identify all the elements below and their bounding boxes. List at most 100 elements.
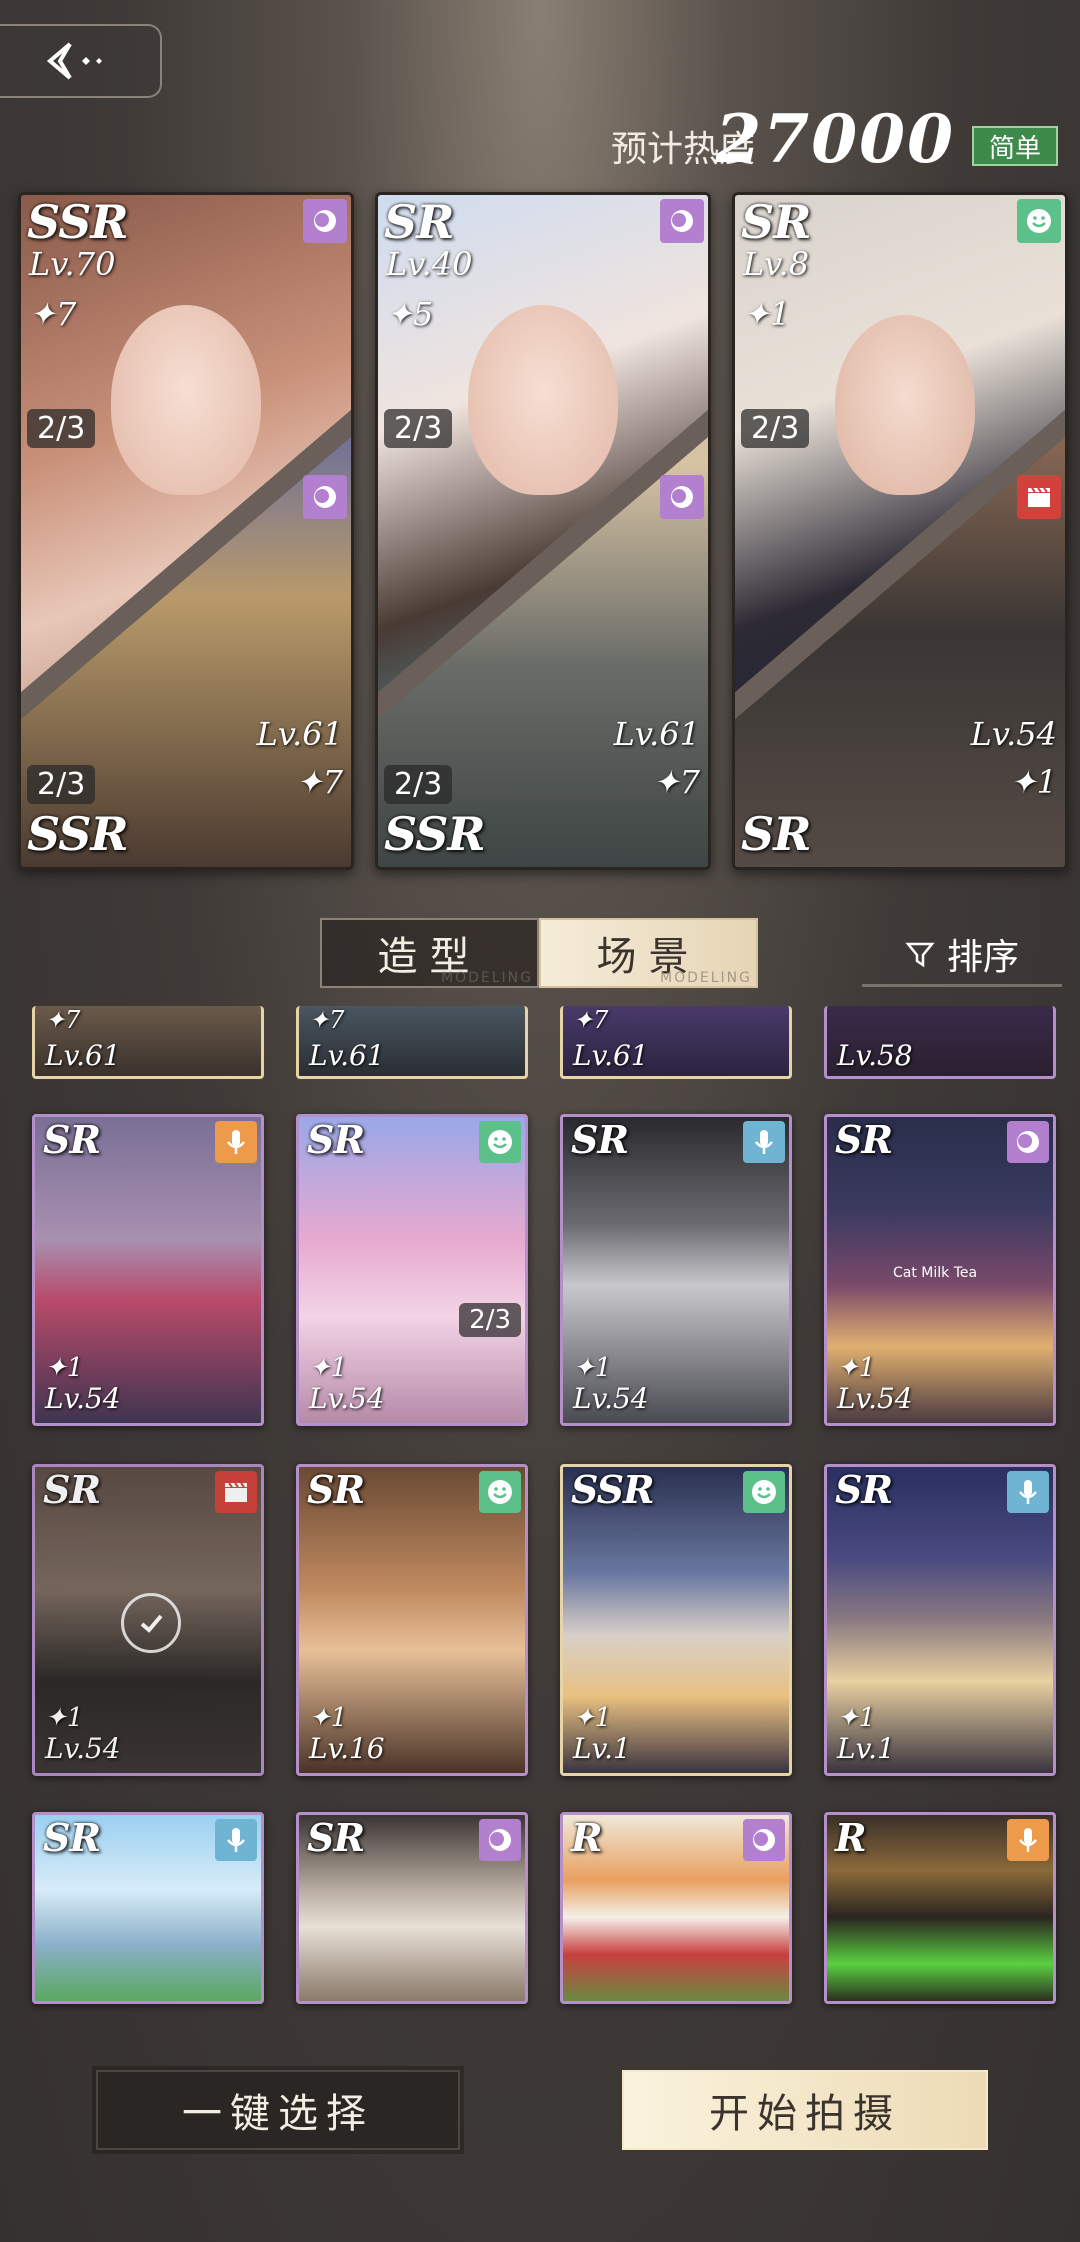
count-badge: 2/3 [384, 409, 453, 448]
difficulty-badge: 简单 [972, 126, 1058, 166]
rarity-label: SR [307, 1467, 365, 1512]
star-count: ✦7 [309, 1006, 345, 1034]
count-badge: 2/3 [27, 765, 96, 804]
rarity-label: SR [43, 1467, 101, 1512]
scene-card[interactable]: SR Cat Milk Tea ✦1 Lv.54 [824, 1114, 1056, 1426]
circle-icon [660, 475, 704, 519]
level-label: Lv.54 [45, 1382, 121, 1415]
circle-icon [660, 199, 704, 243]
category-tabs: 造型 MODELING 场景 MODELING [320, 918, 758, 988]
star-count: ✦5 [386, 295, 434, 333]
level-label: Lv.1 [573, 1732, 631, 1765]
clapper-icon [215, 1471, 257, 1513]
smile-icon [479, 1471, 521, 1513]
level-label: Lv.8 [743, 245, 810, 283]
scene-card[interactable]: SR [296, 1812, 528, 2004]
level-label: Lv.61 [256, 715, 343, 753]
scene-card-selected[interactable]: SR ✦1 Lv.54 [32, 1464, 264, 1776]
level-label: Lv.54 [45, 1732, 121, 1765]
tab-scene[interactable]: 场景 MODELING [539, 918, 758, 988]
circle-icon [303, 199, 347, 243]
mic-icon [1007, 1471, 1049, 1513]
star-count: ✦1 [573, 1703, 612, 1733]
level-label: Lv.61 [45, 1039, 121, 1072]
star-count: ✦1 [45, 1353, 84, 1383]
sort-button[interactable]: 排序 [862, 924, 1062, 987]
star-count: ✦7 [29, 295, 77, 333]
rarity-label: R [571, 1815, 603, 1860]
level-label: Lv.40 [386, 245, 473, 283]
rarity-label: SR [571, 1117, 629, 1162]
level-label: Lv.54 [970, 715, 1057, 753]
rarity-label: SR [741, 195, 811, 249]
level-label: Lv.61 [613, 715, 700, 753]
mic-icon [743, 1121, 785, 1163]
tab-styling[interactable]: 造型 MODELING [320, 918, 539, 988]
scene-card[interactable]: SR ✦1 Lv.16 [296, 1464, 528, 1776]
back-arrow-icon [46, 42, 102, 80]
level-label: Lv.54 [573, 1382, 649, 1415]
rarity-label: SSR [384, 807, 486, 861]
level-label: Lv.58 [837, 1039, 913, 1072]
rarity-label: SR [384, 195, 454, 249]
scene-card[interactable]: SR ✦1 Lv.54 [560, 1114, 792, 1426]
star-count: ✦7 [295, 763, 343, 801]
rarity-label: SR [43, 1815, 101, 1860]
quick-select-button[interactable]: 一键选择 [96, 2070, 460, 2150]
level-label: Lv.61 [309, 1039, 385, 1072]
circle-icon [479, 1819, 521, 1861]
scene-card[interactable]: R [824, 1812, 1056, 2004]
count-badge: 2/3 [27, 409, 96, 448]
rarity-label: SR [835, 1467, 893, 1512]
mic-icon [215, 1121, 257, 1163]
level-label: Lv.1 [837, 1732, 895, 1765]
scene-card[interactable]: SR 2/3 ✦1 Lv.54 [296, 1114, 528, 1426]
count-badge: 2/3 [384, 765, 453, 804]
rarity-label: SR [307, 1117, 365, 1162]
filter-icon [905, 942, 935, 968]
scene-card[interactable]: SSR ✦1 Lv.1 [560, 1464, 792, 1776]
star-count: ✦1 [309, 1353, 348, 1383]
level-label: Lv.16 [309, 1732, 385, 1765]
smile-icon [1017, 199, 1061, 243]
expected-heat-value: 27000 [715, 100, 955, 178]
star-count: ✦7 [573, 1006, 609, 1034]
count-badge: 2/3 [741, 409, 810, 448]
scene-card-partial[interactable]: ✦7 Lv.61 [32, 1006, 264, 1079]
rarity-label: SSR [571, 1467, 655, 1512]
star-count: ✦1 [309, 1703, 348, 1733]
selected-card-slot-3[interactable]: SR Lv.8 ✦1 2/3 Lv.54 ✦1 SR [732, 192, 1068, 870]
circle-icon [1007, 1121, 1049, 1163]
selected-card-slot-1[interactable]: SSR Lv.70 ✦7 2/3 Lv.61 ✦7 2/3 SSR [18, 192, 354, 870]
smile-icon [479, 1121, 521, 1163]
mic-icon [1007, 1819, 1049, 1861]
tab-scene-sublabel: MODELING [660, 970, 752, 986]
rarity-label: SR [43, 1117, 101, 1162]
back-button[interactable] [0, 24, 162, 98]
scene-card-partial[interactable]: ✦7 Lv.61 [560, 1006, 792, 1079]
selected-card-slot-2[interactable]: SR Lv.40 ✦5 2/3 Lv.61 ✦7 2/3 SSR [375, 192, 711, 870]
level-label: Lv.70 [29, 245, 116, 283]
scene-card-partial[interactable]: Lv.58 [824, 1006, 1056, 1079]
star-count: ✦1 [743, 295, 791, 333]
count-badge: 2/3 [459, 1303, 521, 1337]
scene-card[interactable]: SR ✦1 Lv.54 [32, 1114, 264, 1426]
level-label: Lv.61 [573, 1039, 649, 1072]
clapper-icon [1017, 475, 1061, 519]
scene-card[interactable]: R [560, 1812, 792, 2004]
star-count: ✦1 [573, 1353, 612, 1383]
rarity-label: SR [307, 1815, 365, 1860]
scene-card[interactable]: SR [32, 1812, 264, 2004]
start-shoot-button[interactable]: 开始拍摄 [622, 2070, 988, 2150]
tab-styling-sublabel: MODELING [441, 970, 533, 986]
circle-icon [743, 1819, 785, 1861]
rarity-label: SR [835, 1117, 893, 1162]
rarity-label: SR [741, 807, 811, 861]
rarity-label: SSR [27, 195, 129, 249]
shop-sign: Cat Milk Tea [893, 1265, 978, 1281]
scene-card[interactable]: SR ✦1 Lv.1 [824, 1464, 1056, 1776]
star-count: ✦1 [1009, 763, 1057, 801]
smile-icon [743, 1471, 785, 1513]
sort-label: 排序 [946, 937, 1019, 978]
scene-card-partial[interactable]: ✦7 Lv.61 [296, 1006, 528, 1079]
